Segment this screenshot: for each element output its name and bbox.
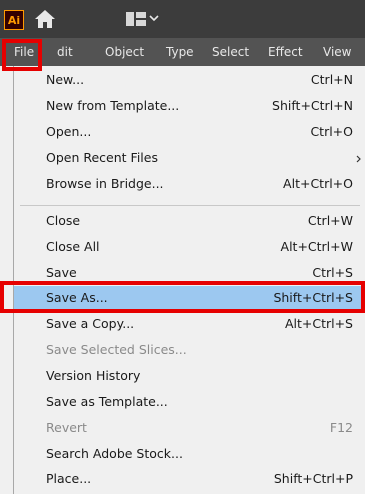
menu-select[interactable]: Select (212, 42, 249, 62)
menu-item-label: Browse in Bridge... (46, 176, 164, 191)
menu-item-shortcut: Alt+Ctrl+S (284, 316, 353, 331)
menu-item-label: Save as Template... (46, 394, 168, 409)
menu-bar: File dit Object Type Select Effect View (0, 38, 365, 66)
home-icon[interactable] (34, 9, 56, 29)
submenu-arrow-icon (356, 155, 361, 163)
save-as-highlight-box (0, 281, 365, 313)
menu-item-label: Version History (46, 368, 141, 383)
app-title-bar: Ai (0, 0, 365, 38)
menu-item-version-history[interactable]: Version History (14, 364, 365, 388)
menu-item-label: New... (46, 72, 85, 87)
menu-item-save-as-template[interactable]: Save as Template... (14, 390, 365, 414)
file-menu-dropdown: New... Ctrl+N New from Template... Shift… (13, 66, 365, 494)
menu-item-shortcut: Ctrl+W (307, 213, 353, 228)
menu-item-new-from-template[interactable]: New from Template... Shift+Ctrl+N (14, 94, 365, 118)
chevron-down-icon[interactable] (149, 14, 159, 22)
menu-item-close[interactable]: Close Ctrl+W (14, 209, 365, 233)
menu-item-shortcut: Ctrl+N (310, 72, 353, 87)
menu-item-shortcut: Shift+Ctrl+N (272, 98, 353, 113)
menu-item-shortcut: F12 (329, 420, 353, 435)
menu-item-label: Revert (46, 420, 87, 435)
menu-item-save-a-copy[interactable]: Save a Copy... Alt+Ctrl+S (14, 312, 365, 336)
menu-item-label: Close (46, 213, 81, 228)
menu-item-shortcut: Alt+Ctrl+O (283, 176, 353, 191)
menu-item-open[interactable]: Open... Ctrl+O (14, 120, 365, 144)
menu-item-label: Save a Copy... (46, 316, 135, 331)
menu-item-search-adobe-stock[interactable]: Search Adobe Stock... (14, 442, 365, 466)
file-menu-highlight-box (2, 39, 42, 71)
menu-item-label: Open Recent Files (46, 150, 158, 165)
menu-item-revert: Revert F12 (14, 416, 365, 440)
illustrator-logo: Ai (4, 10, 24, 30)
menu-item-label: Search Adobe Stock... (46, 446, 183, 461)
workspace-switcher-icon[interactable] (125, 11, 147, 27)
menu-item-save-selected-slices: Save Selected Slices... (14, 338, 365, 362)
menu-item-place[interactable]: Place... Shift+Ctrl+P (14, 467, 365, 491)
menu-item-shortcut: Ctrl+O (310, 124, 353, 139)
menu-view[interactable]: View (323, 42, 351, 62)
menu-item-label: Place... (46, 471, 92, 486)
menu-item-shortcut: Alt+Ctrl+W (280, 239, 353, 254)
menu-effect[interactable]: Effect (268, 42, 303, 62)
menu-item-label: New from Template... (46, 98, 180, 113)
menu-item-label: Close All (46, 239, 100, 254)
menu-type[interactable]: Type (166, 42, 194, 62)
menu-item-shortcut: Shift+Ctrl+P (273, 471, 353, 486)
menu-item-close-all[interactable]: Close All Alt+Ctrl+W (14, 235, 365, 259)
menu-item-browse-in-bridge[interactable]: Browse in Bridge... Alt+Ctrl+O (14, 172, 365, 196)
menu-item-label: Save (46, 265, 77, 280)
menu-item-label: Save Selected Slices... (46, 342, 187, 357)
menu-item-shortcut: Ctrl+S (312, 265, 353, 280)
menu-object[interactable]: Object (105, 42, 144, 62)
menu-item-new[interactable]: New... Ctrl+N (14, 68, 365, 92)
menu-separator (20, 205, 360, 206)
menu-item-open-recent-files[interactable]: Open Recent Files (14, 146, 365, 170)
menu-item-label: Open... (46, 124, 92, 139)
menu-edit[interactable]: dit (57, 42, 73, 62)
